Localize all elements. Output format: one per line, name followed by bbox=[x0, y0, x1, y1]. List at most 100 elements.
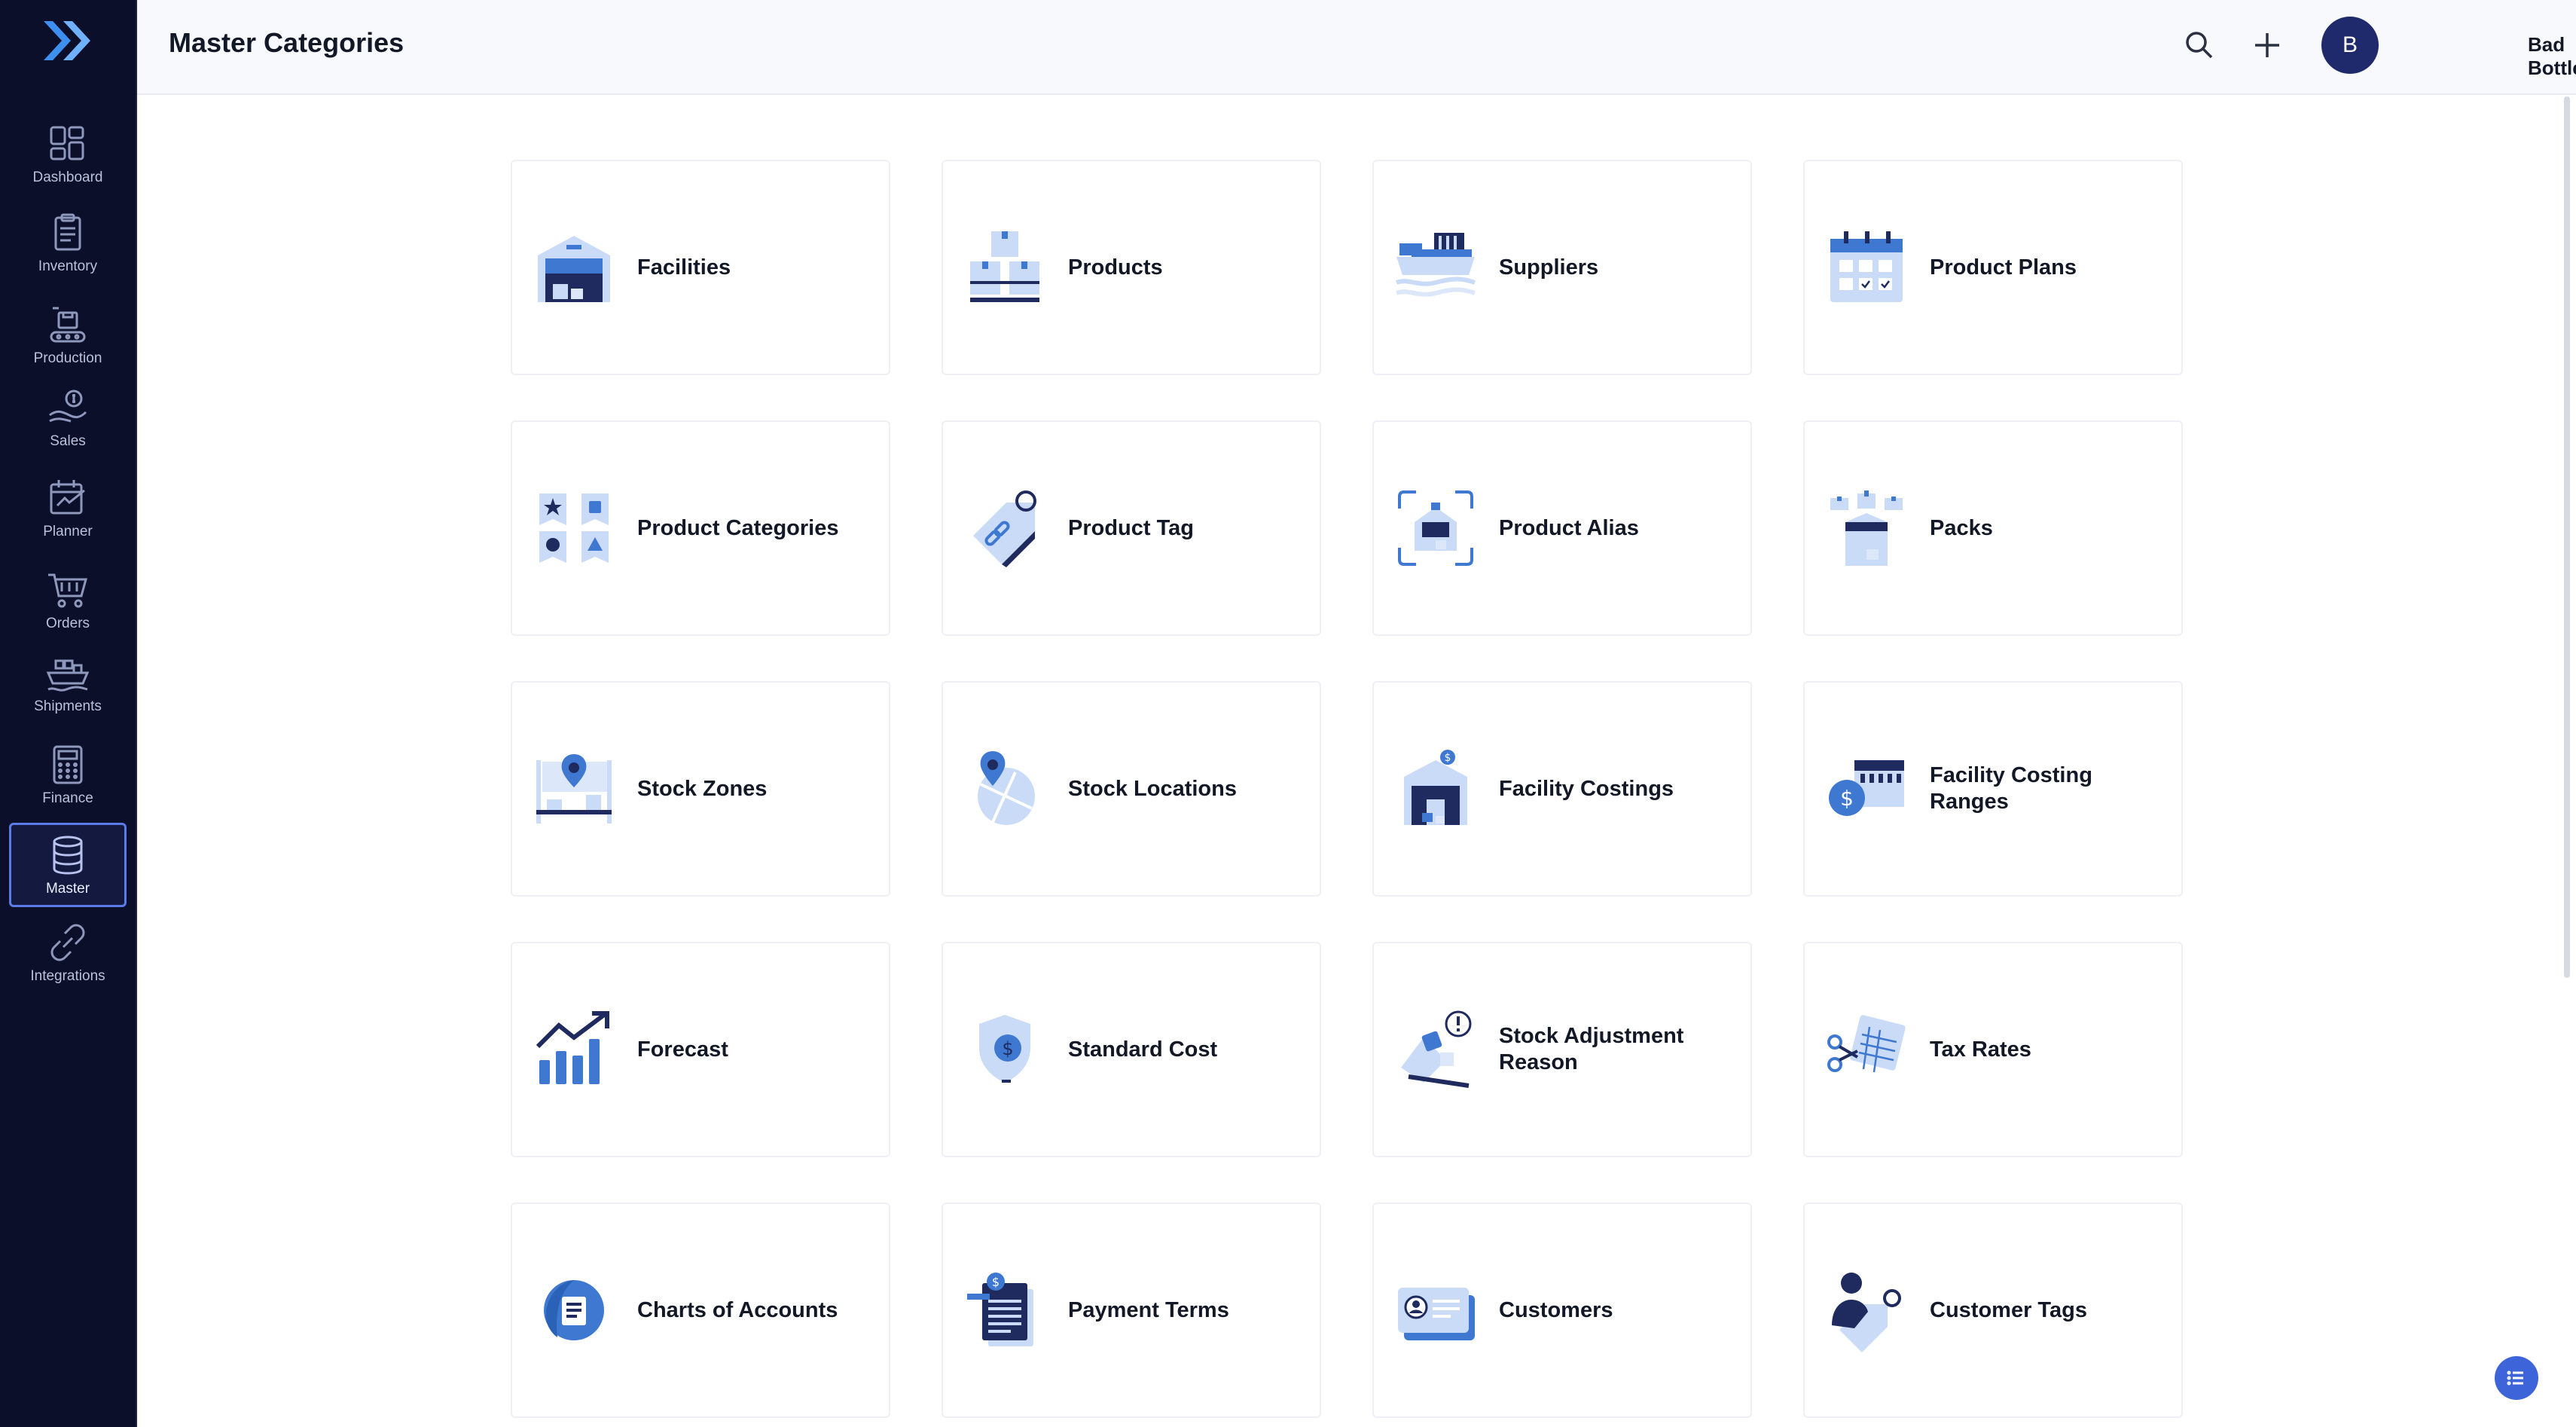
scrollbar[interactable] bbox=[2564, 96, 2570, 978]
link-icon bbox=[50, 924, 85, 961]
standard-cost-icon: $ bbox=[979, 1015, 1030, 1083]
stock-locations-icon bbox=[978, 751, 1035, 825]
stock-zones-icon bbox=[536, 754, 612, 824]
sidebar-item-label: Inventory bbox=[38, 258, 98, 274]
card-label: Product Categories bbox=[637, 515, 839, 540]
card-stock-adjustment-reason[interactable]: Stock Adjustment Reason bbox=[1372, 942, 1752, 1157]
card-standard-cost[interactable]: $ Standard Cost bbox=[942, 942, 1321, 1157]
sidebar-item-label: Sales bbox=[50, 433, 86, 449]
card-label: Facilities bbox=[637, 255, 731, 280]
sidebar-item-label: Production bbox=[33, 350, 102, 366]
sidebar-item-label: Integrations bbox=[30, 968, 105, 984]
sidebar-item-production[interactable]: Production bbox=[9, 294, 127, 375]
card-label: Stock Locations bbox=[1068, 776, 1237, 801]
card-customers[interactable]: Customers bbox=[1372, 1202, 1752, 1418]
card-label: Charts of Accounts bbox=[637, 1297, 838, 1322]
card-facilities[interactable]: Facilities bbox=[511, 160, 890, 375]
forecast-icon bbox=[536, 1011, 609, 1084]
sidebar-item-orders[interactable]: Orders bbox=[9, 559, 127, 640]
card-label: Products bbox=[1068, 255, 1163, 280]
card-product-alias[interactable]: Product Alias bbox=[1372, 420, 1752, 636]
card-label: Suppliers bbox=[1499, 255, 1599, 280]
stock-adjustment-reason-icon bbox=[1401, 1010, 1472, 1088]
card-label: Stock Zones bbox=[637, 776, 768, 801]
card-suppliers[interactable]: Suppliers bbox=[1372, 160, 1752, 375]
card-label: Standard Cost bbox=[1068, 1037, 1218, 1062]
products-icon bbox=[970, 231, 1039, 302]
card-label: Product Tag bbox=[1068, 515, 1195, 540]
card-forecast[interactable]: Forecast bbox=[511, 942, 890, 1157]
svg-text:$: $ bbox=[992, 1275, 1000, 1289]
card-label: Stock Adjustment Reason bbox=[1499, 1024, 1684, 1074]
dashboard-icon bbox=[50, 126, 84, 160]
card-label: Product Plans bbox=[1930, 255, 2077, 280]
product-categories-icon bbox=[539, 493, 609, 563]
clipboard-icon bbox=[54, 213, 81, 251]
ship-icon bbox=[46, 659, 90, 692]
charts-of-accounts-icon bbox=[544, 1280, 604, 1340]
card-label: Facility Costing Ranges bbox=[1930, 763, 2092, 814]
svg-text:$: $ bbox=[1445, 752, 1451, 764]
production-icon bbox=[50, 307, 86, 343]
card-label: Tax Rates bbox=[1930, 1037, 2031, 1062]
top-header: Master Categories B Bad Bottles bbox=[137, 0, 2576, 95]
card-product-tag[interactable]: Product Tag bbox=[942, 420, 1321, 636]
avatar[interactable]: B bbox=[2321, 17, 2379, 74]
sidebar-item-dashboard[interactable]: Dashboard bbox=[9, 113, 127, 194]
sidebar-item-label: Planner bbox=[43, 524, 93, 539]
suppliers-icon bbox=[1395, 233, 1476, 297]
cart-icon bbox=[48, 573, 87, 608]
sidebar-item-planner[interactable]: Planner bbox=[9, 467, 127, 548]
card-customer-tags[interactable]: Customer Tags bbox=[1803, 1202, 2183, 1418]
sidebar-item-label: Master bbox=[45, 881, 90, 897]
sidebar-item-integrations[interactable]: Integrations bbox=[9, 912, 127, 993]
customer-tags-icon bbox=[1832, 1273, 1901, 1352]
card-label: Customer Tags bbox=[1930, 1297, 2087, 1322]
card-products[interactable]: Products bbox=[942, 160, 1321, 375]
product-alias-icon bbox=[1398, 490, 1473, 566]
sidebar-item-inventory[interactable]: Inventory bbox=[9, 202, 127, 283]
card-product-plans[interactable]: Product Plans bbox=[1803, 160, 2183, 375]
sidebar-item-label: Dashboard bbox=[32, 170, 103, 185]
card-label: Packs bbox=[1930, 515, 1993, 540]
product-tag-icon bbox=[973, 490, 1036, 567]
card-label: Product Alias bbox=[1499, 515, 1639, 540]
sidebar-item-sales[interactable]: Sales bbox=[9, 377, 127, 458]
sidebar: Dashboard Inventory Production Sales Pla… bbox=[0, 0, 137, 1427]
sidebar-item-finance[interactable]: Finance bbox=[9, 734, 127, 815]
tax-rates-icon bbox=[1827, 1015, 1906, 1073]
svg-text:$: $ bbox=[1840, 786, 1854, 811]
card-packs[interactable]: Packs bbox=[1803, 420, 2183, 636]
sidebar-item-master[interactable]: Master bbox=[9, 823, 127, 907]
sidebar-item-label: Orders bbox=[45, 616, 90, 631]
sidebar-item-shipments[interactable]: Shipments bbox=[9, 642, 127, 723]
search-icon[interactable] bbox=[2183, 29, 2216, 62]
list-icon bbox=[2507, 1370, 2523, 1386]
card-label: Payment Terms bbox=[1068, 1297, 1229, 1322]
card-stock-locations[interactable]: Stock Locations bbox=[942, 681, 1321, 897]
facility-costings-icon: $ bbox=[1404, 750, 1467, 825]
calculator-icon bbox=[53, 745, 83, 784]
facilities-icon bbox=[538, 236, 610, 302]
card-stock-zones[interactable]: Stock Zones bbox=[511, 681, 890, 897]
user-name[interactable]: Bad Bottles bbox=[2528, 33, 2576, 80]
card-facility-costing-ranges[interactable]: $ Facility Costing Ranges bbox=[1803, 681, 2183, 897]
product-plans-icon bbox=[1830, 231, 1903, 302]
plus-icon[interactable] bbox=[2251, 29, 2284, 62]
packs-icon bbox=[1830, 490, 1903, 566]
card-label: Forecast bbox=[637, 1037, 728, 1062]
calendar-chart-icon bbox=[50, 480, 85, 515]
facility-costing-ranges-icon: $ bbox=[1829, 760, 1904, 816]
svg-text:$: $ bbox=[1002, 1038, 1013, 1059]
card-facility-costings[interactable]: $ Facility Costings bbox=[1372, 681, 1752, 897]
page-title: Master Categories bbox=[169, 27, 404, 58]
card-charts-of-accounts[interactable]: Charts of Accounts bbox=[511, 1202, 890, 1418]
card-tax-rates[interactable]: Tax Rates bbox=[1803, 942, 2183, 1157]
help-button[interactable] bbox=[2495, 1356, 2538, 1400]
customers-icon bbox=[1398, 1288, 1475, 1340]
database-icon bbox=[53, 836, 83, 875]
app-logo-icon[interactable] bbox=[39, 17, 96, 65]
card-payment-terms[interactable]: $ Payment Terms bbox=[942, 1202, 1321, 1418]
sidebar-item-label: Shipments bbox=[34, 698, 102, 714]
card-product-categories[interactable]: Product Categories bbox=[511, 420, 890, 636]
